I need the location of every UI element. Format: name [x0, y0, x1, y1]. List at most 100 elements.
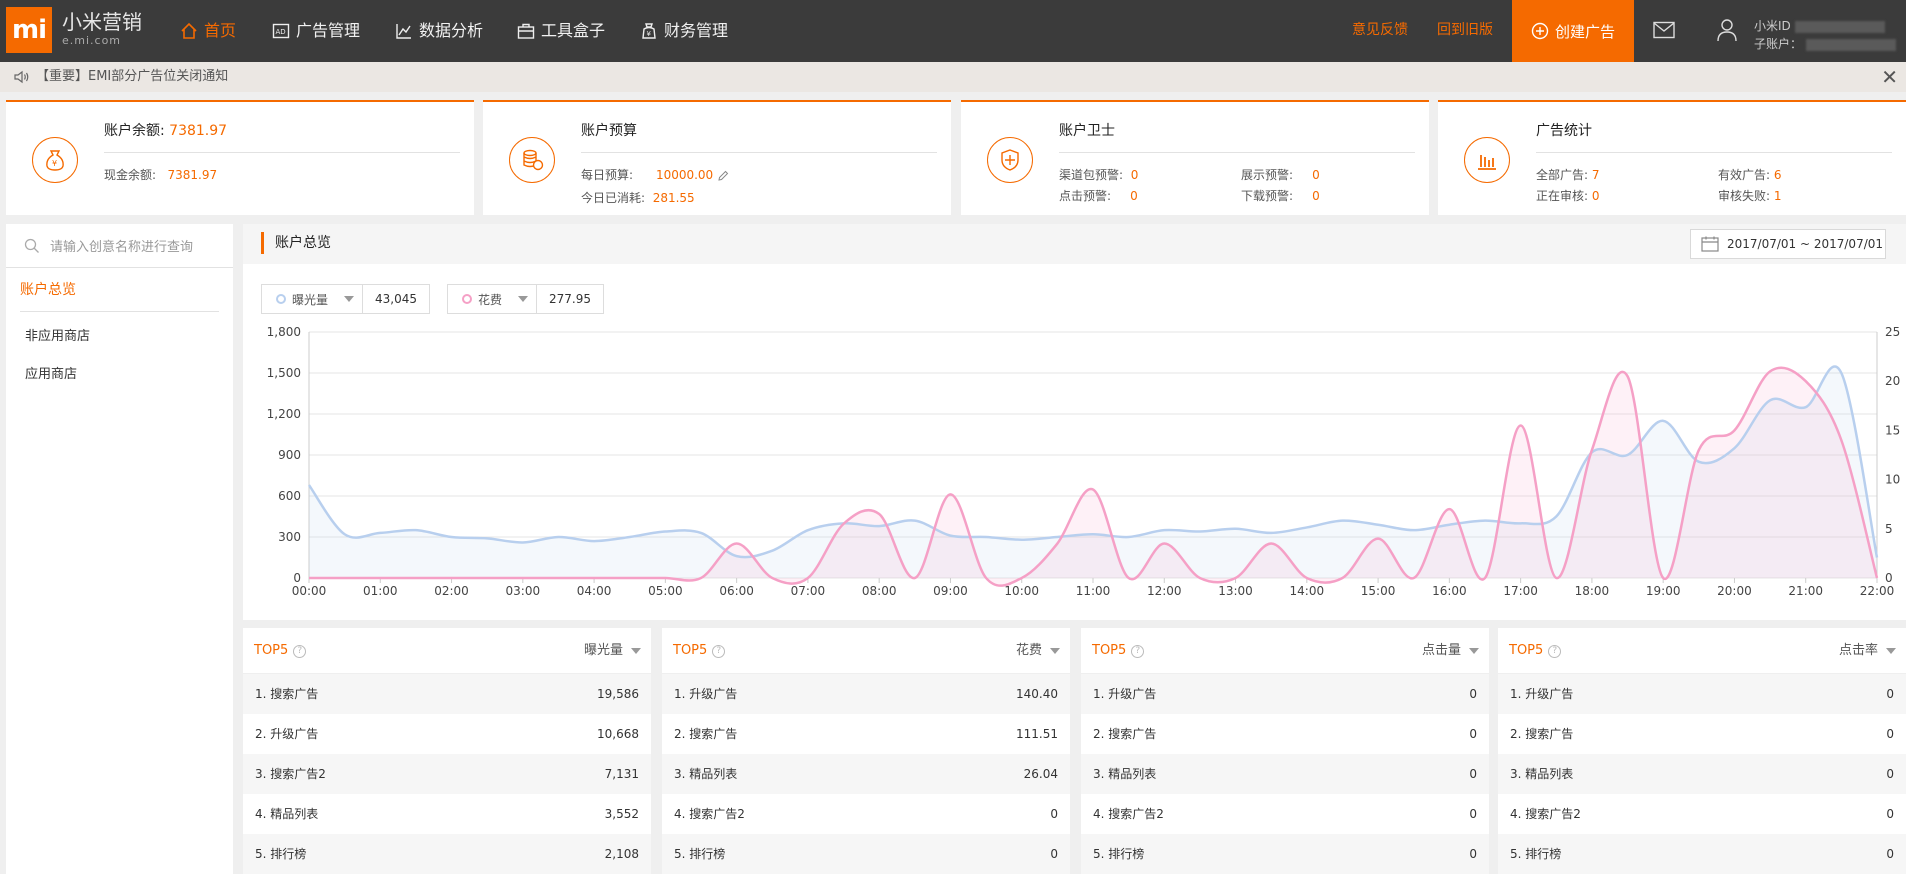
- y-left-tick-label: 1,200: [267, 407, 301, 421]
- mail-icon[interactable]: [1653, 21, 1675, 39]
- list-item[interactable]: 4. 精品列表 3,552: [243, 794, 651, 834]
- wallet-icon: ¥: [642, 23, 656, 39]
- sidebar-item-appstore[interactable]: 应用商店: [6, 356, 233, 394]
- stats-all-value[interactable]: 7: [1592, 168, 1600, 182]
- list-item[interactable]: 4. 搜索广告2 0: [662, 794, 1070, 834]
- top5-list: 1. 搜索广告 19,586 2. 升级广告 10,668 3. 搜索广告2 7,13…: [243, 674, 651, 874]
- item-name: 2. 搜索广告: [1093, 727, 1157, 741]
- x-tick-label: 21:00: [1788, 584, 1823, 598]
- top5-clicks-panel: TOP5? 点击量 1. 升级广告 0 2. 搜索广告 0 3. 精品列表 0 4. …: [1081, 628, 1489, 874]
- nav-finance[interactable]: ¥ 财务管理: [640, 0, 728, 62]
- ad-icon: AD: [272, 23, 290, 39]
- top5-metric-select[interactable]: 点击率: [1839, 628, 1896, 674]
- list-item[interactable]: 5. 排行榜 0: [662, 834, 1070, 874]
- y-left-tick-label: 300: [278, 530, 301, 544]
- list-item[interactable]: 1. 升级广告 140.40: [662, 674, 1070, 714]
- top5-title: TOP5: [1092, 643, 1127, 658]
- item-name: 4. 搜索广告2: [1510, 807, 1581, 821]
- nav-ad-management[interactable]: AD 广告管理: [272, 0, 360, 62]
- create-ad-label: 创建广告: [1554, 22, 1615, 41]
- nav-ad-label: 广告管理: [296, 21, 361, 40]
- list-item[interactable]: 1. 升级广告 0: [1498, 674, 1906, 714]
- mi-logo[interactable]: mi: [6, 7, 52, 53]
- x-tick-label: 11:00: [1076, 584, 1111, 598]
- nav-data-analysis[interactable]: 数据分析: [395, 0, 483, 62]
- left-sidebar: 请输入创意名称进行查询 账户总览 非应用商店 应用商店: [6, 224, 233, 874]
- calendar-icon: [1701, 236, 1719, 252]
- sidebar-item-non-appstore[interactable]: 非应用商店: [6, 318, 233, 356]
- spent-label: 今日已消耗:: [581, 191, 646, 205]
- x-tick-label: 12:00: [1147, 584, 1182, 598]
- list-item[interactable]: 5. 排行榜 0: [1498, 834, 1906, 874]
- item-name: 2. 搜索广告: [674, 727, 738, 741]
- list-item[interactable]: 1. 升级广告 0: [1081, 674, 1489, 714]
- list-item[interactable]: 3. 搜索广告2 7,131: [243, 754, 651, 794]
- daily-budget-value: 10000.00: [655, 168, 714, 182]
- list-item[interactable]: 3. 精品列表 0: [1081, 754, 1489, 794]
- list-item[interactable]: 4. 搜索广告2 0: [1081, 794, 1489, 834]
- x-tick-label: 10:00: [1004, 584, 1039, 598]
- edit-pencil-icon[interactable]: [717, 170, 729, 182]
- x-tick-label: 15:00: [1361, 584, 1396, 598]
- list-item[interactable]: 5. 排行榜 2,108: [243, 834, 651, 874]
- stats-valid-value[interactable]: 6: [1774, 168, 1782, 182]
- list-item[interactable]: 2. 搜索广告 0: [1498, 714, 1906, 754]
- item-value: 0: [1469, 727, 1477, 741]
- x-tick-label: 22:00: [1860, 584, 1895, 598]
- create-ad-button[interactable]: 创建广告: [1512, 0, 1634, 62]
- list-item[interactable]: 2. 升级广告 10,668: [243, 714, 651, 754]
- date-range-text: 2017/07/01 ~ 2017/07/01: [1727, 237, 1884, 251]
- list-item[interactable]: 2. 搜索广告 0: [1081, 714, 1489, 754]
- item-value: 0: [1050, 807, 1058, 821]
- notice-bar: 【重要】EMI部分广告位关闭通知 ✕: [0, 62, 1906, 92]
- nav-toolbox[interactable]: 工具盒子: [517, 0, 605, 62]
- item-value: 0: [1469, 687, 1477, 701]
- search-icon: [24, 238, 39, 253]
- user-icon[interactable]: [1716, 18, 1738, 42]
- creative-search[interactable]: 请输入创意名称进行查询: [6, 224, 233, 268]
- help-icon[interactable]: ?: [293, 644, 307, 658]
- top5-metric-select[interactable]: 花费: [1016, 628, 1060, 674]
- nav-data-label: 数据分析: [419, 21, 484, 40]
- top5-metric-select[interactable]: 点击量: [1422, 628, 1479, 674]
- date-range-picker[interactable]: 2017/07/01 ~ 2017/07/01: [1690, 229, 1886, 259]
- feedback-link[interactable]: 意见反馈: [1352, 0, 1408, 60]
- item-name: 5. 排行榜: [255, 847, 307, 861]
- item-value: 3,552: [604, 807, 639, 821]
- guard-download-label: 下载预警:: [1241, 189, 1294, 203]
- list-item[interactable]: 2. 搜索广告 111.51: [662, 714, 1070, 754]
- item-value: 0: [1469, 847, 1477, 861]
- bar-chart-icon: [1464, 137, 1510, 183]
- old-version-link[interactable]: 回到旧版: [1437, 0, 1493, 60]
- y-left-tick-label: 600: [278, 489, 301, 503]
- stats-review-value[interactable]: 0: [1592, 189, 1600, 203]
- stats-failed-value[interactable]: 1: [1774, 189, 1782, 203]
- help-icon[interactable]: ?: [1548, 644, 1562, 658]
- y-left-tick-label: 900: [278, 448, 301, 462]
- help-icon[interactable]: ?: [1131, 644, 1145, 658]
- list-item[interactable]: 1. 搜索广告 19,586: [243, 674, 651, 714]
- help-icon[interactable]: ?: [712, 644, 726, 658]
- y-right-tick-label: 25: [1885, 325, 1900, 339]
- list-item[interactable]: 5. 排行榜 0: [1081, 834, 1489, 874]
- chart-icon: [396, 24, 411, 39]
- guard-click-label: 点击预警:: [1059, 189, 1112, 203]
- nav-home[interactable]: 首页: [180, 0, 236, 62]
- list-item[interactable]: 3. 精品列表 0: [1498, 754, 1906, 794]
- sidebar-item-overview[interactable]: 账户总览: [20, 268, 219, 312]
- top5-list: 1. 升级广告 0 2. 搜索广告 0 3. 精品列表 0 4. 搜索广告2 0 5. …: [1498, 674, 1906, 874]
- notice-text[interactable]: 【重要】EMI部分广告位关闭通知: [36, 62, 228, 92]
- list-item[interactable]: 3. 精品列表 26.04: [662, 754, 1070, 794]
- sub-account-masked: [1805, 38, 1896, 51]
- svg-text:¥: ¥: [647, 30, 652, 38]
- search-placeholder[interactable]: 请输入创意名称进行查询: [50, 236, 193, 255]
- close-icon[interactable]: ✕: [1881, 62, 1898, 92]
- item-name: 5. 排行榜: [1510, 847, 1562, 861]
- list-item[interactable]: 4. 搜索广告2 0: [1498, 794, 1906, 834]
- brand-name: 小米营销 e.mi.com: [62, 10, 142, 47]
- account-info[interactable]: 小米ID 子账户：: [1754, 17, 1896, 53]
- x-tick-label: 08:00: [862, 584, 897, 598]
- top5-metric-select[interactable]: 曝光量: [584, 628, 641, 674]
- daily-budget-label: 每日预算:: [581, 168, 634, 182]
- item-value: 0: [1050, 847, 1058, 861]
